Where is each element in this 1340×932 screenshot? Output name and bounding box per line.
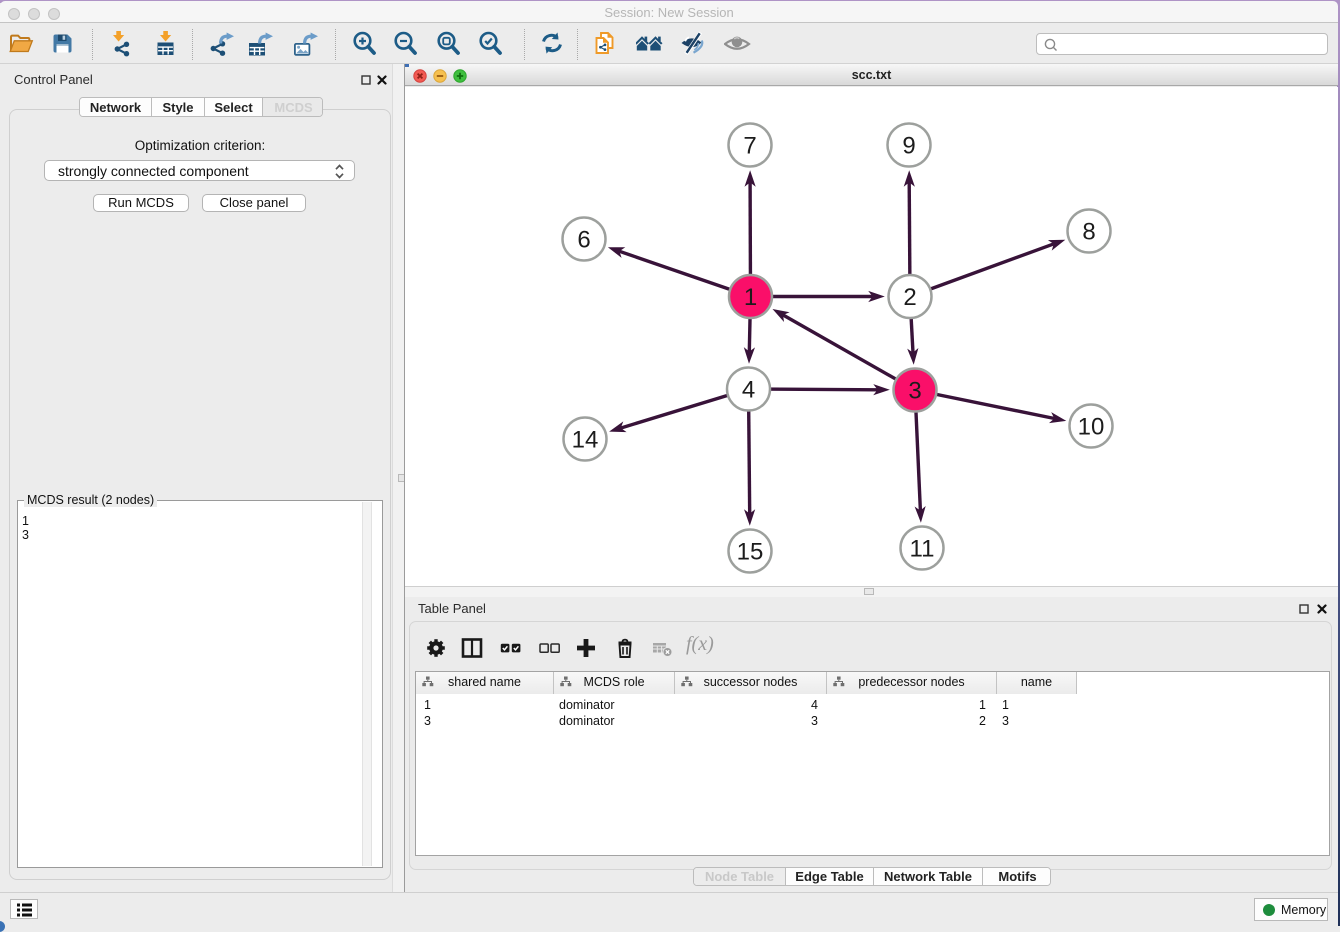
svg-text:9: 9	[902, 133, 915, 160]
svg-text:10: 10	[1078, 414, 1105, 441]
svg-text:14: 14	[572, 427, 599, 454]
svg-text:4: 4	[742, 377, 755, 404]
svg-text:11: 11	[910, 536, 935, 563]
svg-text:8: 8	[1082, 219, 1095, 246]
svg-text:3: 3	[908, 378, 921, 405]
svg-text:15: 15	[737, 539, 764, 566]
svg-text:7: 7	[743, 133, 756, 160]
svg-text:2: 2	[903, 284, 916, 311]
svg-text:6: 6	[577, 227, 590, 254]
svg-text:1: 1	[744, 284, 757, 311]
